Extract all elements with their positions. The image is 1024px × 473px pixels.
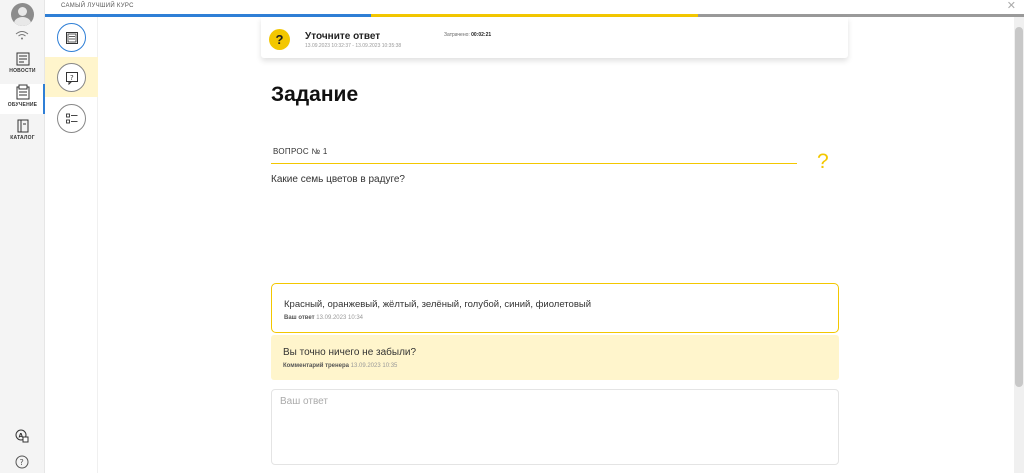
time-spent-label: Затрачено: xyxy=(444,32,470,38)
status-question-icon: ? xyxy=(269,29,290,50)
question-divider xyxy=(271,163,797,164)
time-spent: Затрачено: 00:02:21 xyxy=(444,32,491,38)
question-icon: ? xyxy=(65,71,78,85)
step-question-button[interactable]: ? xyxy=(57,63,86,92)
time-spent-value: 00:02:21 xyxy=(471,32,492,38)
lesson-book-icon xyxy=(65,31,78,44)
checklist-icon xyxy=(65,113,77,123)
step-checklist-button[interactable] xyxy=(57,104,86,133)
trainer-comment-card: Вы точно ничего не забыли? Комментарий т… xyxy=(271,335,839,380)
learning-icon xyxy=(16,84,29,100)
catalog-icon xyxy=(17,119,28,133)
comment-meta-date: 13.09.2023 10:35 xyxy=(350,363,398,369)
user-answer-card: Красный, оранжевый, жёлтый, зелёный, гол… xyxy=(271,283,839,333)
answer-meta-label: Ваш ответ xyxy=(284,315,315,321)
comment-meta: Комментарий тренера 13.09.2023 10:35 xyxy=(283,363,397,369)
status-card: ? Уточните ответ 13.09.2023 10:32:37 - 1… xyxy=(261,17,848,58)
svg-text:?: ? xyxy=(20,458,24,467)
question-text: Какие семь цветов в радуге? xyxy=(271,174,405,185)
sidebar-item-label: КАТАЛОГ xyxy=(10,135,35,141)
comment-meta-label: Комментарий тренера xyxy=(283,363,349,369)
left-sidebar: НОВОСТИ ОБУЧЕНИЕ КАТАЛОГ A ? xyxy=(0,0,45,473)
scrollbar[interactable] xyxy=(1014,17,1024,473)
sidebar-item-learning[interactable]: ОБУЧЕНИЕ xyxy=(0,84,45,114)
answer-meta: Ваш ответ 13.09.2023 10:34 xyxy=(284,315,363,321)
close-icon[interactable]: ✕ xyxy=(1007,1,1016,12)
answer-meta-date: 13.09.2023 10:34 xyxy=(316,315,363,321)
app-window: НОВОСТИ ОБУЧЕНИЕ КАТАЛОГ A ? САМЫЙ ЛУЧШИ… xyxy=(0,0,1024,473)
wifi-icon xyxy=(15,31,29,40)
status-title: Уточните ответ xyxy=(305,31,381,42)
scrollbar-thumb[interactable] xyxy=(1015,27,1023,387)
question-number: ВОПРОС № 1 xyxy=(273,147,328,156)
sidebar-item-label: НОВОСТИ xyxy=(9,68,36,74)
news-icon xyxy=(16,52,29,66)
step-lesson-button[interactable] xyxy=(57,23,86,52)
comment-text: Вы точно ничего не забыли? xyxy=(283,347,417,358)
translate-icon[interactable]: A xyxy=(15,429,29,443)
course-title: САМЫЙ ЛУЧШИЙ КУРС xyxy=(61,3,134,9)
svg-text:?: ? xyxy=(70,74,74,82)
answer-text: Красный, оранжевый, жёлтый, зелёный, гол… xyxy=(284,299,592,310)
sidebar-item-news[interactable]: НОВОСТИ xyxy=(0,52,45,82)
main-content: ? Уточните ответ 13.09.2023 10:32:37 - 1… xyxy=(98,17,1014,473)
page-title: Задание xyxy=(271,83,359,106)
help-icon[interactable]: ? xyxy=(15,455,29,469)
avatar[interactable] xyxy=(11,3,34,26)
answer-input[interactable] xyxy=(271,389,839,465)
sidebar-item-label: ОБУЧЕНИЕ xyxy=(7,102,38,108)
step-panel: ? xyxy=(45,17,98,473)
status-dates: 13.09.2023 10:32:37 - 13.09.2023 10:35:3… xyxy=(305,43,402,49)
hint-question-icon[interactable]: ? xyxy=(817,151,829,173)
sidebar-item-catalog[interactable]: КАТАЛОГ xyxy=(0,119,45,149)
